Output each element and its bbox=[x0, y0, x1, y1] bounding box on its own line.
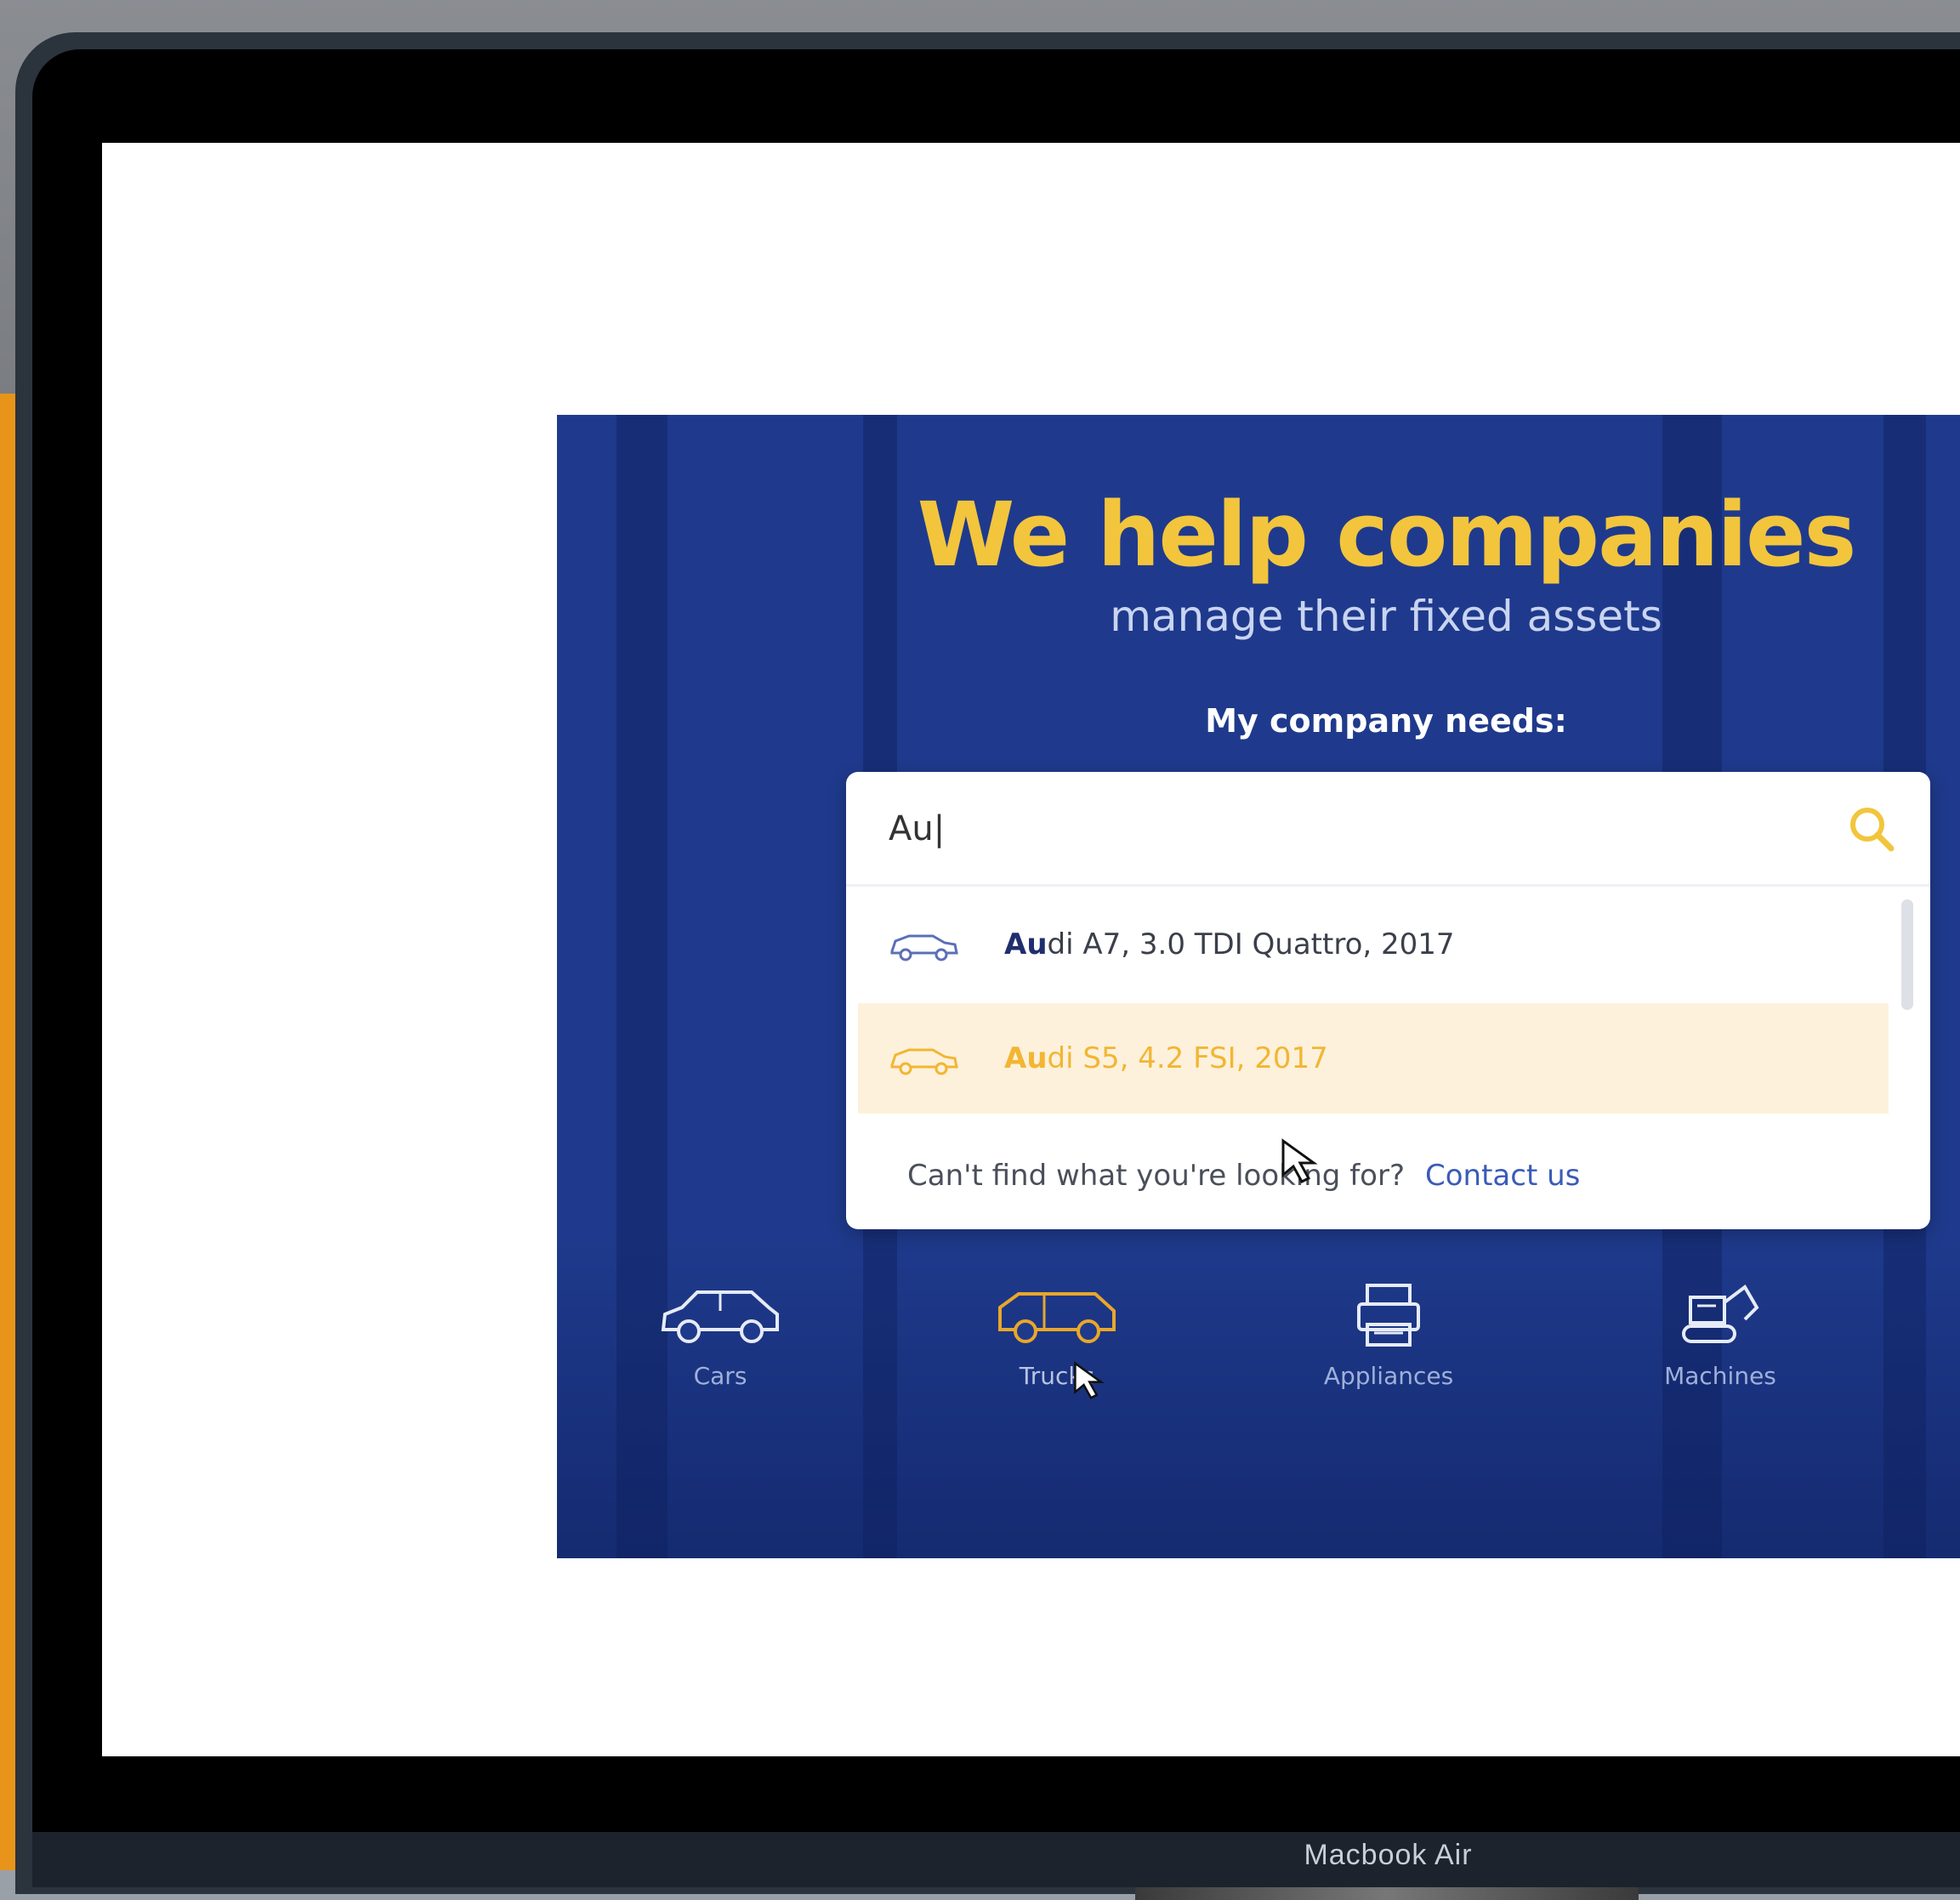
car-icon bbox=[890, 1048, 958, 1075]
excavator-icon bbox=[1682, 1285, 1759, 1343]
hero-subtitle: manage their fixed assets bbox=[1110, 592, 1662, 641]
hero-title: We help companies bbox=[917, 483, 1857, 587]
category-label: Machines bbox=[1664, 1362, 1776, 1390]
search-row bbox=[846, 772, 1930, 887]
category-label: Cars bbox=[693, 1362, 747, 1390]
category-label: Appliances bbox=[1323, 1362, 1454, 1390]
printer-icon bbox=[1357, 1284, 1420, 1347]
car-icon bbox=[890, 934, 958, 961]
category-label: Trucks bbox=[1019, 1362, 1095, 1390]
suggestion-text: Audi S5, 4.2 FSI, 2017 bbox=[1004, 1041, 1328, 1075]
category-cars[interactable]: Cars bbox=[610, 1282, 831, 1426]
search-input[interactable] bbox=[887, 802, 1783, 856]
footer-text: Can't find what you're looking for? bbox=[907, 1159, 1405, 1193]
mouse-cursor-icon bbox=[1074, 1361, 1105, 1399]
search-footer: Can't find what you're looking for? Conta… bbox=[907, 1146, 1580, 1205]
suggestion-item[interactable]: Audi A7, 3.0 TDI Quattro, 2017 bbox=[858, 889, 1889, 1000]
truck-icon bbox=[998, 1292, 1116, 1343]
needs-label: My company needs: bbox=[1205, 702, 1567, 740]
car-icon bbox=[661, 1290, 779, 1343]
category-trucks[interactable]: Trucks bbox=[946, 1282, 1167, 1426]
category-machines[interactable]: Machines bbox=[1610, 1282, 1831, 1426]
device-label: Macbook Air bbox=[1304, 1839, 1473, 1871]
contact-us-link[interactable]: Contact us bbox=[1425, 1159, 1580, 1193]
category-appliances[interactable]: Appliances bbox=[1278, 1282, 1499, 1426]
suggestion-scrollbar[interactable] bbox=[1901, 899, 1913, 1010]
hero-section: We help companies manage their fixed ass… bbox=[557, 415, 1960, 1558]
suggestion-text: Audi A7, 3.0 TDI Quattro, 2017 bbox=[1004, 927, 1455, 961]
suggestion-item-highlighted[interactable]: Audi S5, 4.2 FSI, 2017 bbox=[858, 1003, 1889, 1114]
search-icon[interactable] bbox=[1847, 804, 1896, 854]
laptop-screen: We help companies manage their fixed ass… bbox=[102, 143, 1960, 1756]
laptop-hinge bbox=[1135, 1887, 1639, 1900]
search-panel: Audi A7, 3.0 TDI Quattro, 2017 Audi S5, … bbox=[846, 772, 1930, 1229]
mouse-cursor-icon bbox=[1281, 1138, 1318, 1183]
